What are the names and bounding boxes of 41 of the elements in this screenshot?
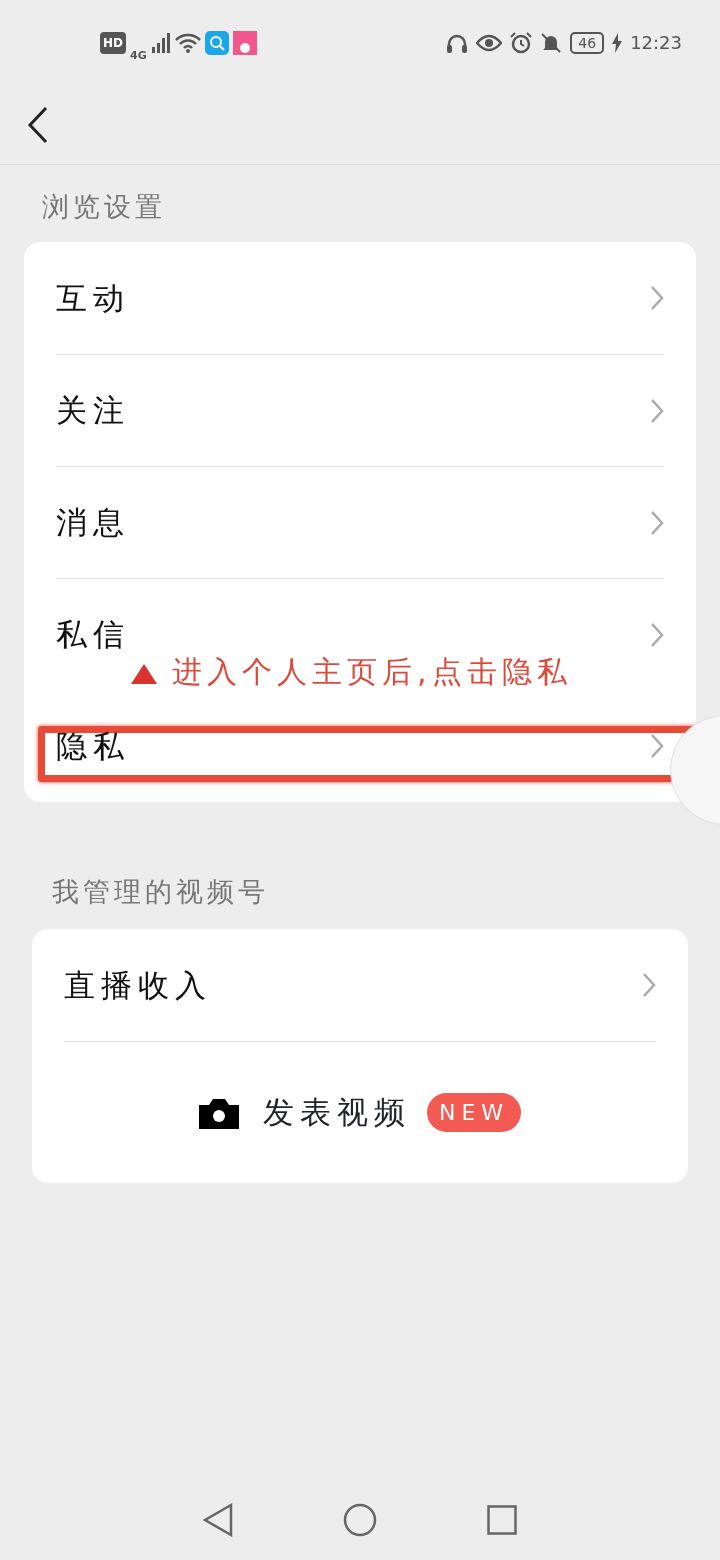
chevron-right-icon [650, 397, 664, 424]
chevron-right-icon [642, 972, 656, 998]
search-app-icon [204, 30, 229, 55]
row-label: 互动 [56, 278, 130, 318]
settings-row[interactable]: 互动 [56, 242, 664, 354]
section-title: 浏览设置 [42, 190, 167, 224]
network-label: 4G [130, 48, 147, 65]
eye-icon [476, 33, 503, 52]
battery-icon: 46 [570, 31, 605, 54]
settings-row[interactable]: 直播收入 [64, 929, 656, 1041]
row-label: 隐私 [56, 726, 130, 766]
app-icon [232, 30, 257, 55]
back-nav-icon[interactable] [203, 1503, 233, 1537]
home-nav-icon[interactable] [343, 1503, 377, 1537]
publish-video-button[interactable]: 发表视频 [198, 1089, 411, 1136]
signal-icon [150, 32, 171, 53]
settings-row[interactable]: 隐私 [56, 690, 664, 802]
camera-icon [198, 1096, 239, 1129]
hd-icon: HD [100, 31, 126, 54]
alarm-icon [510, 31, 533, 54]
back-button[interactable] [26, 105, 50, 144]
wifi-icon [174, 32, 201, 53]
row-label: 私信 [56, 615, 130, 655]
warning-triangle-icon [130, 662, 158, 685]
settings-row[interactable]: 消息 [56, 466, 664, 578]
row-label: 关注 [56, 391, 130, 431]
bell-off-icon [540, 31, 563, 54]
new-badge: NEW [426, 1093, 522, 1132]
chevron-right-icon [650, 509, 664, 536]
chevron-right-icon [650, 621, 664, 648]
row-label: 直播收入 [64, 965, 212, 1005]
settings-row[interactable]: 关注 [56, 354, 664, 466]
chevron-right-icon [650, 733, 664, 759]
status-time: 12:23 [630, 31, 682, 55]
charging-icon [612, 32, 623, 53]
chevron-right-icon [650, 285, 664, 311]
section-title: 我管理的视频号 [52, 875, 270, 909]
headphones-icon [446, 32, 469, 53]
row-label: 消息 [56, 503, 130, 543]
recents-nav-icon[interactable] [487, 1505, 517, 1535]
annotation-label: 进入个人主页后,点击隐私 [172, 654, 572, 689]
